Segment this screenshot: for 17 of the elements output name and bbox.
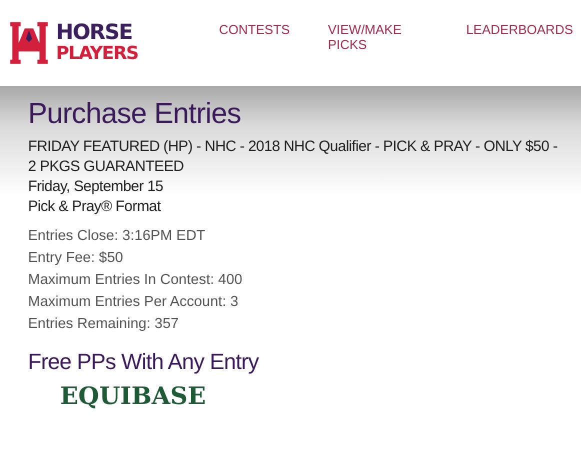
detail-text: Entries Close: 3:16PM EDT: [28, 227, 206, 246]
horseshoe-h-icon: [8, 20, 50, 66]
detail-text: Entry Fee: $50: [28, 249, 124, 268]
promo-heading: Free PPs With Any Entry: [28, 349, 260, 375]
detail-text: Entries Remaining: 357: [28, 315, 180, 334]
nav-link[interactable]: CONTESTS: [219, 22, 290, 52]
logo-word: PLAYERS: [56, 43, 138, 65]
contest-name: FRIDAY FEATURED (HP) - NHC - 2018 NHC Qualifier - PICK & PRAY - ONLY $50 - 2 PKGS GUARANTEED: [28, 137, 558, 177]
contest-format: Pick & Pray® Format: [28, 197, 162, 217]
nav-link[interactable]: VIEW/MAKE PICKS: [328, 22, 428, 52]
detail-text: Maximum Entries In Contest: 400: [28, 271, 244, 290]
logo-word: HORSE: [56, 21, 134, 43]
detail-text: Maximum Entries Per Account: 3: [28, 293, 240, 312]
contest-date: Friday, September 15: [28, 177, 164, 197]
brand-logo: EQUIBASE: [60, 381, 206, 410]
page-title: Purchase Entries: [28, 98, 242, 131]
nav-link[interactable]: LEADERBOARDS: [466, 22, 573, 52]
